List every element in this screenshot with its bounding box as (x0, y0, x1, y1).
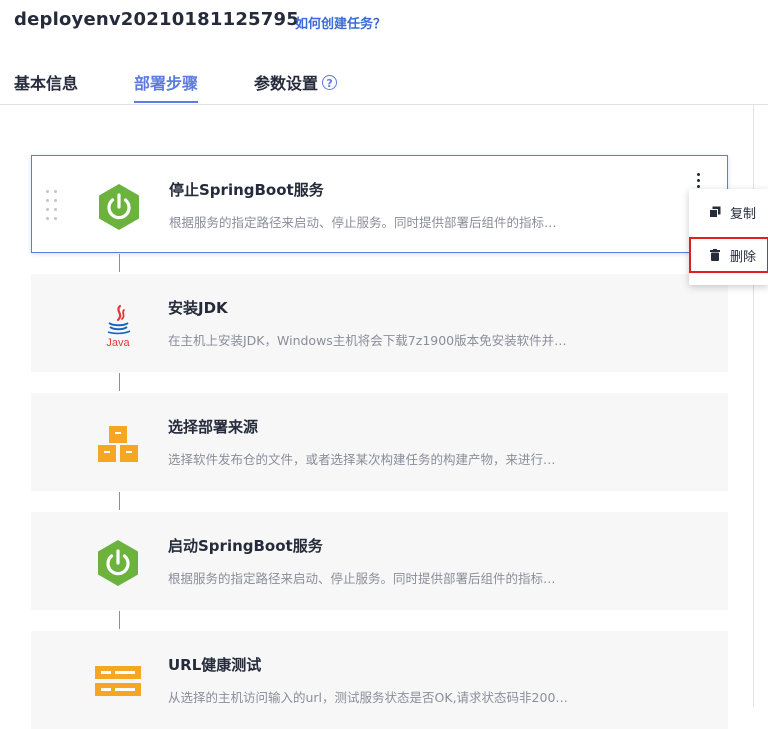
tab-deploy-steps-label: 部署步骤 (134, 74, 199, 93)
step-title: 选择部署来源 (168, 418, 259, 436)
trash-icon (710, 249, 720, 261)
step-card-start-springboot[interactable]: 启动SpringBoot服务 根据服务的指定路径来启动、停止服务。同时提供部署后… (31, 512, 728, 610)
step-context-menu: 复制 删除 (689, 189, 768, 285)
server-rack-icon (95, 666, 141, 696)
step-connector (119, 492, 120, 510)
tab-parameter-settings[interactable]: 参数设置? (254, 70, 338, 100)
tab-bar: 基本信息 部署步骤 参数设置? (0, 60, 768, 105)
tab-deploy-steps[interactable]: 部署步骤 (134, 70, 199, 103)
page-header: deployenv20210181125795 如何创建任务？ 基本信息 部署步… (0, 0, 768, 105)
step-card-url-health-test[interactable]: URL健康测试 从选择的主机访问输入的url，测试服务状态是否OK,请求状态码非… (31, 631, 728, 729)
tab-parameter-settings-label: 参数设置 (254, 74, 319, 93)
step-title: URL健康测试 (168, 656, 262, 674)
tab-basic-info[interactable]: 基本信息 (14, 70, 78, 100)
springboot-power-icon (98, 540, 138, 586)
step-card-select-deploy-source[interactable]: 选择部署来源 选择软件发布仓的文件，或者选择某次构建任务的构建产物，来进行… (31, 393, 728, 491)
more-options-icon[interactable] (692, 171, 706, 191)
delete-menu-item[interactable]: 删除 (689, 237, 768, 273)
delete-label: 删除 (730, 250, 757, 265)
springboot-power-icon (99, 184, 139, 230)
copy-label: 复制 (730, 207, 757, 222)
step-title: 停止SpringBoot服务 (169, 181, 324, 199)
task-name: deployenv20210181125795 (14, 9, 299, 30)
package-boxes-icon (98, 426, 138, 462)
step-title: 启动SpringBoot服务 (168, 537, 323, 555)
step-description: 根据服务的指定路径来启动、停止服务。同时提供部署后组件的指标… (169, 215, 557, 230)
step-card-stop-springboot[interactable]: 停止SpringBoot服务 根据服务的指定路径来启动、停止服务。同时提供部署后… (31, 155, 728, 253)
step-description: 根据服务的指定路径来启动、停止服务。同时提供部署后组件的指标… (168, 571, 556, 586)
java-icon-text: Java (106, 337, 130, 349)
question-circle-icon[interactable]: ? (322, 75, 338, 90)
step-card-install-jdk[interactable]: Java 安装JDK 在主机上安装JDK，Windows主机将会下载7z1900… (31, 274, 728, 372)
how-to-create-task-link[interactable]: 如何创建任务？ (295, 13, 386, 32)
copy-menu-item[interactable]: 复制 (689, 195, 768, 229)
step-description: 从选择的主机访问输入的url，测试服务状态是否OK,请求状态码非200… (168, 690, 568, 705)
tab-basic-info-label: 基本信息 (14, 74, 79, 93)
step-connector (119, 373, 120, 391)
drag-handle-icon[interactable] (46, 190, 60, 220)
step-description: 在主机上安装JDK，Windows主机将会下载7z1900版本免安装软件并… (168, 333, 567, 348)
step-connector (119, 611, 120, 629)
copy-icon (709, 206, 721, 218)
step-description: 选择软件发布仓的文件，或者选择某次构建任务的构建产物，来进行… (168, 452, 556, 467)
step-title: 安装JDK (168, 299, 228, 317)
step-connector (119, 254, 120, 272)
java-icon: Java (106, 304, 130, 349)
